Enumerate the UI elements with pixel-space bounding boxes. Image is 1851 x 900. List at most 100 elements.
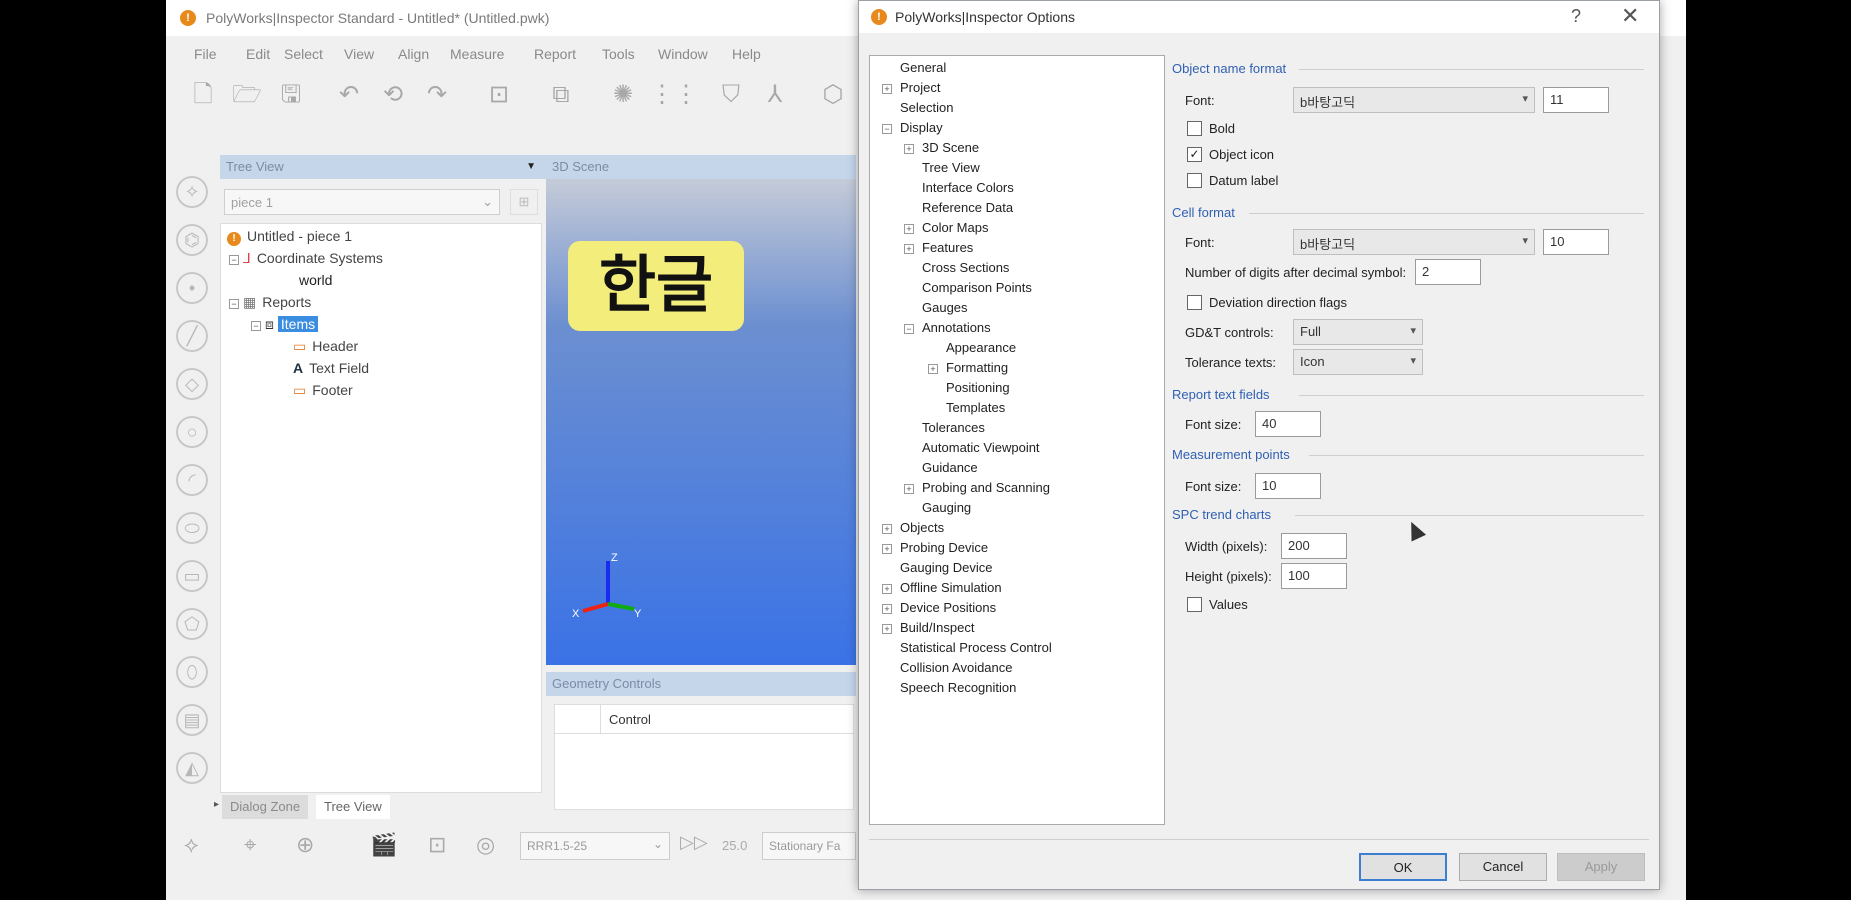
expand-icon[interactable]: + <box>882 604 892 614</box>
scene-viewport[interactable]: 한글 Z X Y <box>546 179 856 665</box>
tree-node-header[interactable]: ▭ Header <box>293 338 358 355</box>
tab-tree-view[interactable]: Tree View <box>316 795 390 819</box>
expand-icon[interactable]: + <box>882 624 892 634</box>
probe-angle-icon[interactable]: ⟡ <box>184 832 199 858</box>
target-icon[interactable]: ◎ <box>476 832 495 858</box>
report-font-size-input[interactable]: 40 <box>1255 411 1321 437</box>
category-formatting[interactable]: Formatting <box>946 360 1008 375</box>
category-device-positions[interactable]: Device Positions <box>900 600 996 615</box>
category-templates[interactable]: Templates <box>946 400 1005 415</box>
category-tolerances[interactable]: Tolerances <box>922 420 985 435</box>
category-color-maps[interactable]: Color Maps <box>922 220 988 235</box>
category-collision-avoidance[interactable]: Collision Avoidance <box>900 660 1013 675</box>
category-selection[interactable]: Selection <box>900 100 953 115</box>
undo-all-icon[interactable]: ⟲ <box>376 78 410 112</box>
tab-dialog-zone[interactable]: Dialog Zone <box>222 795 309 819</box>
category-gauging-device[interactable]: Gauging Device <box>900 560 993 575</box>
tree-node-items[interactable]: − ⧈ Items <box>251 316 319 333</box>
category-probing-device[interactable]: Probing Device <box>900 540 988 555</box>
tree-node-reports[interactable]: − ▦ Reports <box>229 294 311 311</box>
collapse-icon[interactable]: − <box>251 321 261 331</box>
category-project[interactable]: Project <box>900 80 940 95</box>
tolerance-texts-select[interactable]: Icon ▾ <box>1293 349 1423 375</box>
apply-button[interactable]: Apply <box>1557 853 1645 881</box>
category-display[interactable]: Display <box>900 120 943 135</box>
point-tool-icon[interactable]: • <box>176 272 208 304</box>
burst-icon[interactable]: ✺ <box>606 78 640 112</box>
undo-icon[interactable]: ↶ <box>332 78 366 112</box>
menu-report[interactable]: Report <box>534 46 576 62</box>
menu-file[interactable]: File <box>194 46 217 62</box>
piece-combo[interactable]: piece 1 ⌄ <box>224 189 500 215</box>
piece-options-icon[interactable]: ⊞ <box>510 189 538 215</box>
tab-scroll-icon[interactable]: ▸ <box>214 799 219 810</box>
cell-font-size-input[interactable]: 10 <box>1543 229 1609 255</box>
tree-node-text-field[interactable]: A Text Field <box>293 360 369 376</box>
category-3d-scene[interactable]: 3D Scene <box>922 140 979 155</box>
gdt-controls-select[interactable]: Full ▾ <box>1293 319 1423 345</box>
object-font-size-input[interactable]: 11 <box>1543 87 1609 113</box>
control-column-header[interactable]: Control <box>609 712 651 727</box>
expand-icon[interactable]: + <box>928 364 938 374</box>
probe-tool-icon[interactable]: ✧ <box>176 176 208 208</box>
category-features[interactable]: Features <box>922 240 973 255</box>
deviation-flags-checkbox[interactable] <box>1187 295 1202 310</box>
collapse-icon[interactable]: − <box>882 124 892 134</box>
panel-menu-arrow-icon[interactable]: ▼ <box>526 155 536 179</box>
cancel-button[interactable]: Cancel <box>1459 853 1547 881</box>
category-spc[interactable]: Statistical Process Control <box>900 640 1052 655</box>
spc-width-input[interactable]: 200 <box>1281 533 1347 559</box>
tree-node-world[interactable]: world <box>299 272 332 288</box>
tree-node-footer[interactable]: ▭ Footer <box>293 382 353 399</box>
datum-label-checkbox[interactable] <box>1187 173 1202 188</box>
menu-edit[interactable]: Edit <box>246 46 270 62</box>
axis-icon[interactable]: ⅄ <box>758 78 792 112</box>
category-gauges[interactable]: Gauges <box>922 300 968 315</box>
close-icon[interactable]: ✕ <box>1621 3 1639 29</box>
cell-font-select[interactable]: b바탕고딕 ▾ <box>1293 229 1535 255</box>
object-icon-checkbox[interactable]: ✓ <box>1187 147 1202 162</box>
cone-tool-icon[interactable]: ◜ <box>176 464 208 496</box>
grid-icon[interactable]: ⋮⋮ <box>650 78 698 112</box>
expand-icon[interactable]: + <box>882 524 892 534</box>
category-appearance[interactable]: Appearance <box>946 340 1016 355</box>
camera-icon[interactable]: ⊡ <box>428 832 446 858</box>
tree-node-coordinate-systems[interactable]: − ⅃ Coordinate Systems <box>229 250 383 267</box>
scan-tool-icon[interactable]: ⌬ <box>176 224 208 256</box>
ellipse-tool-icon[interactable]: ⬯ <box>176 656 208 688</box>
expand-icon[interactable]: + <box>904 224 914 234</box>
menu-measure[interactable]: Measure <box>450 46 504 62</box>
digits-input[interactable]: 2 <box>1415 259 1481 285</box>
stationary-combo[interactable]: Stationary Fa <box>762 832 856 860</box>
plane-tool-icon[interactable]: ◇ <box>176 368 208 400</box>
cylinder-tool-icon[interactable]: ⬭ <box>176 512 208 544</box>
shield-icon[interactable]: ⛉ <box>714 78 748 112</box>
expand-icon[interactable]: + <box>882 84 892 94</box>
save-icon[interactable]: 🖫 <box>274 78 308 112</box>
menu-window[interactable]: Window <box>658 46 708 62</box>
new-file-icon[interactable]: 🗋 <box>186 78 220 112</box>
tree-node-root[interactable]: ! Untitled - piece 1 <box>227 228 352 246</box>
category-general[interactable]: General <box>900 60 946 75</box>
menu-select[interactable]: Select <box>284 46 323 62</box>
category-reference-data[interactable]: Reference Data <box>922 200 1013 215</box>
probe-head-icon[interactable]: ⊕ <box>296 832 314 858</box>
slot-tool-icon[interactable]: ▭ <box>176 560 208 592</box>
line-tool-icon[interactable]: ╱ <box>176 320 208 352</box>
spc-height-input[interactable]: 100 <box>1281 563 1347 589</box>
screenshot-icon[interactable]: ⊡ <box>482 78 516 112</box>
play-icon[interactable]: ▷▷ <box>680 832 708 853</box>
redo-icon[interactable]: ↷ <box>420 78 454 112</box>
values-checkbox[interactable] <box>1187 597 1202 612</box>
category-cross-sections[interactable]: Cross Sections <box>922 260 1009 275</box>
category-positioning[interactable]: Positioning <box>946 380 1010 395</box>
category-tree-view[interactable]: Tree View <box>922 160 980 175</box>
measurement-font-size-input[interactable]: 10 <box>1255 473 1321 499</box>
menu-tools[interactable]: Tools <box>602 46 635 62</box>
probe-combo[interactable]: RRR1.5-25 ⌄ <box>520 832 670 860</box>
category-build-inspect[interactable]: Build/Inspect <box>900 620 974 635</box>
expand-icon[interactable]: + <box>882 584 892 594</box>
collapse-icon[interactable]: − <box>229 255 239 265</box>
menu-view[interactable]: View <box>344 46 374 62</box>
expand-icon[interactable]: + <box>882 544 892 554</box>
